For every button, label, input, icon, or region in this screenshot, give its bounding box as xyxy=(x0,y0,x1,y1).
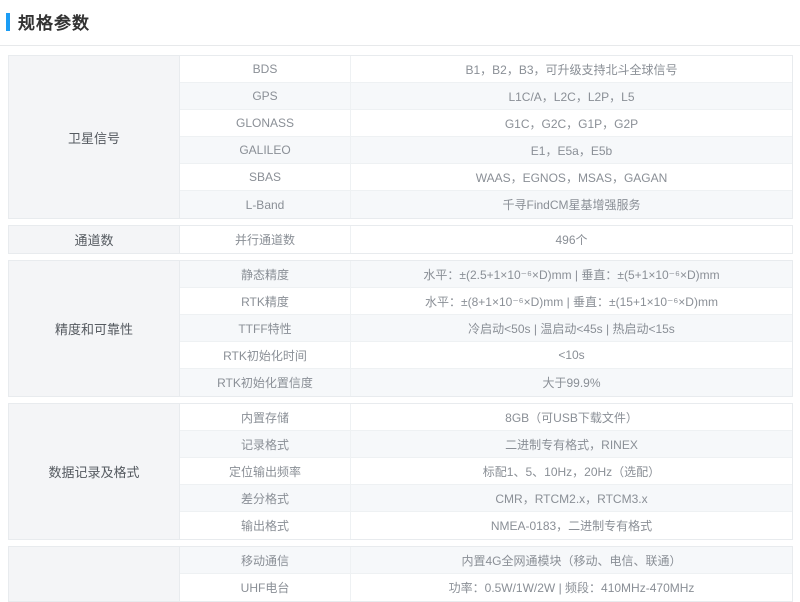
param-cell: 内置存储 xyxy=(180,404,351,430)
table-row: 静态精度水平：±(2.5+1×10⁻⁶×D)mm | 垂直：±(5+1×10⁻⁶… xyxy=(180,261,792,288)
param-cell: 移动通信 xyxy=(180,547,351,573)
spec-table: 卫星信号BDSB1，B2，B3，可升级支持北斗全球信号GPSL1C/A，L2C，… xyxy=(8,55,793,602)
value-cell: G1C，G2C，G1P，G2P xyxy=(351,110,792,136)
table-row: RTK初始化时间<10s xyxy=(180,342,792,369)
category-cell: 通道数 xyxy=(9,226,180,253)
table-row: 差分格式CMR，RTCM2.x，RTCM3.x xyxy=(180,485,792,512)
value-cell: 496个 xyxy=(351,226,792,253)
value-cell: 水平：±(2.5+1×10⁻⁶×D)mm | 垂直：±(5+1×10⁻⁶×D)m… xyxy=(351,261,792,287)
value-cell: 功率：0.5W/1W/2W | 频段：410MHz-470MHz xyxy=(351,574,792,601)
table-row: 输出格式NMEA-0183，二进制专有格式 xyxy=(180,512,792,539)
category-cell: 精度和可靠性 xyxy=(9,261,180,396)
table-row: 移动通信内置4G全网通模块（移动、电信、联通） xyxy=(180,547,792,574)
param-cell: 输出格式 xyxy=(180,512,351,539)
value-cell: 冷启动<50s | 温启动<45s | 热启动<15s xyxy=(351,315,792,341)
param-cell: 记录格式 xyxy=(180,431,351,457)
value-cell: 水平：±(8+1×10⁻⁶×D)mm | 垂直：±(15+1×10⁻⁶×D)mm xyxy=(351,288,792,314)
category-cell xyxy=(9,547,180,601)
table-row: SBASWAAS，EGNOS，MSAS，GAGAN xyxy=(180,164,792,191)
table-row: GPSL1C/A，L2C，L2P，L5 xyxy=(180,83,792,110)
value-cell: WAAS，EGNOS，MSAS，GAGAN xyxy=(351,164,792,190)
section-rows: 静态精度水平：±(2.5+1×10⁻⁶×D)mm | 垂直：±(5+1×10⁻⁶… xyxy=(180,261,792,396)
param-cell: UHF电台 xyxy=(180,574,351,601)
param-cell: 静态精度 xyxy=(180,261,351,287)
table-row: GALILEOE1，E5a，E5b xyxy=(180,137,792,164)
table-row: 并行通道数496个 xyxy=(180,226,792,253)
value-cell: 千寻FindCM星基增强服务 xyxy=(351,191,792,218)
spec-section: 数据记录及格式内置存储8GB（可USB下载文件）记录格式二进制专有格式，RINE… xyxy=(8,403,793,540)
table-row: TTFF特性冷启动<50s | 温启动<45s | 热启动<15s xyxy=(180,315,792,342)
table-row: RTK初始化置信度大于99.9% xyxy=(180,369,792,396)
param-cell: GLONASS xyxy=(180,110,351,136)
table-row: L-Band千寻FindCM星基增强服务 xyxy=(180,191,792,218)
title-divider xyxy=(0,45,800,46)
value-cell: CMR，RTCM2.x，RTCM3.x xyxy=(351,485,792,511)
spec-section: 通道数并行通道数496个 xyxy=(8,225,793,254)
param-cell: RTK初始化置信度 xyxy=(180,369,351,396)
value-cell: 内置4G全网通模块（移动、电信、联通） xyxy=(351,547,792,573)
param-cell: 差分格式 xyxy=(180,485,351,511)
table-row: 记录格式二进制专有格式，RINEX xyxy=(180,431,792,458)
spec-section: 移动通信内置4G全网通模块（移动、电信、联通）UHF电台功率：0.5W/1W/2… xyxy=(8,546,793,602)
value-cell: 大于99.9% xyxy=(351,369,792,396)
table-row: BDSB1，B2，B3，可升级支持北斗全球信号 xyxy=(180,56,792,83)
table-row: 内置存储8GB（可USB下载文件） xyxy=(180,404,792,431)
section-header: 规格参数 xyxy=(0,0,800,34)
table-row: 定位输出频率标配1、5、10Hz，20Hz（选配） xyxy=(180,458,792,485)
spec-section: 精度和可靠性静态精度水平：±(2.5+1×10⁻⁶×D)mm | 垂直：±(5+… xyxy=(8,260,793,397)
param-cell: GPS xyxy=(180,83,351,109)
section-rows: 内置存储8GB（可USB下载文件）记录格式二进制专有格式，RINEX定位输出频率… xyxy=(180,404,792,539)
param-cell: 并行通道数 xyxy=(180,226,351,253)
param-cell: SBAS xyxy=(180,164,351,190)
spec-section: 卫星信号BDSB1，B2，B3，可升级支持北斗全球信号GPSL1C/A，L2C，… xyxy=(8,55,793,219)
section-rows: BDSB1，B2，B3，可升级支持北斗全球信号GPSL1C/A，L2C，L2P，… xyxy=(180,56,792,218)
category-cell: 卫星信号 xyxy=(9,56,180,218)
table-row: GLONASSG1C，G2C，G1P，G2P xyxy=(180,110,792,137)
param-cell: 定位输出频率 xyxy=(180,458,351,484)
value-cell: NMEA-0183，二进制专有格式 xyxy=(351,512,792,539)
section-rows: 移动通信内置4G全网通模块（移动、电信、联通）UHF电台功率：0.5W/1W/2… xyxy=(180,547,792,601)
table-row: RTK精度水平：±(8+1×10⁻⁶×D)mm | 垂直：±(15+1×10⁻⁶… xyxy=(180,288,792,315)
param-cell: BDS xyxy=(180,56,351,82)
value-cell: 8GB（可USB下载文件） xyxy=(351,404,792,430)
value-cell: 标配1、5、10Hz，20Hz（选配） xyxy=(351,458,792,484)
param-cell: RTK精度 xyxy=(180,288,351,314)
page-title: 规格参数 xyxy=(18,9,90,34)
value-cell: E1，E5a，E5b xyxy=(351,137,792,163)
value-cell: 二进制专有格式，RINEX xyxy=(351,431,792,457)
param-cell: GALILEO xyxy=(180,137,351,163)
value-cell: <10s xyxy=(351,342,792,368)
param-cell: TTFF特性 xyxy=(180,315,351,341)
value-cell: L1C/A，L2C，L2P，L5 xyxy=(351,83,792,109)
value-cell: B1，B2，B3，可升级支持北斗全球信号 xyxy=(351,56,792,82)
category-cell: 数据记录及格式 xyxy=(9,404,180,539)
table-row: UHF电台功率：0.5W/1W/2W | 频段：410MHz-470MHz xyxy=(180,574,792,601)
param-cell: L-Band xyxy=(180,191,351,218)
title-accent-bar xyxy=(6,13,10,31)
section-rows: 并行通道数496个 xyxy=(180,226,792,253)
param-cell: RTK初始化时间 xyxy=(180,342,351,368)
